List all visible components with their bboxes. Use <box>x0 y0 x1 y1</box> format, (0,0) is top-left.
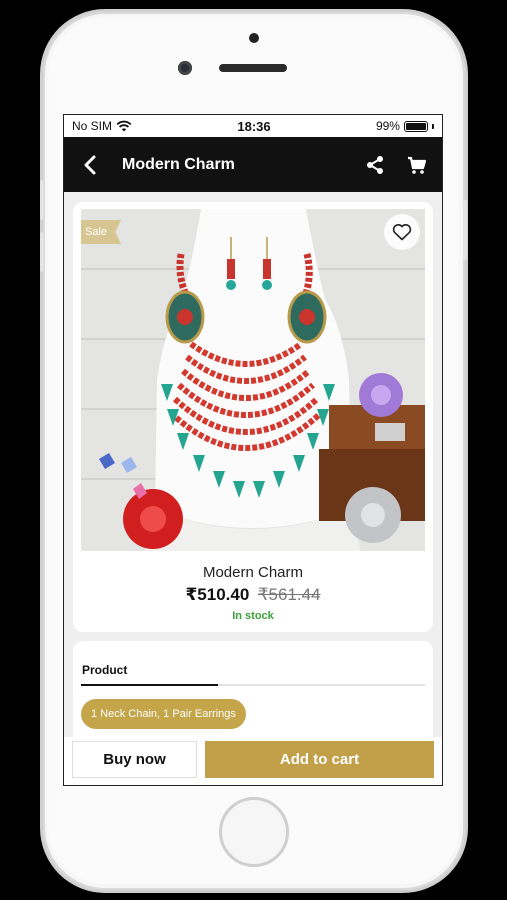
tab-product[interactable]: Product <box>81 663 425 677</box>
tab-underline <box>81 684 425 686</box>
product-card: Sale Modern Charm ₹510.40 ₹561.44 In sto… <box>73 202 433 632</box>
app-header: Modern Charm <box>64 137 442 192</box>
variant-chip[interactable]: 1 Neck Chain, 1 Pair Earrings <box>81 699 246 729</box>
page-title: Modern Charm <box>122 155 235 173</box>
volume-button <box>40 180 44 220</box>
home-button[interactable] <box>219 797 289 867</box>
front-camera <box>178 61 192 75</box>
battery-icon <box>403 120 428 132</box>
details-card: Product 1 Neck Chain, 1 Pair Earrings <box>73 641 433 751</box>
volume-button <box>40 232 44 272</box>
cart-icon[interactable] <box>406 154 428 176</box>
status-bar: No SIM 18:36 99% <box>64 115 442 137</box>
sale-badge: Sale <box>81 220 122 244</box>
favorite-button[interactable] <box>384 214 420 250</box>
page-content: Sale Modern Charm ₹510.40 ₹561.44 In sto… <box>64 192 442 751</box>
buy-now-button[interactable]: Buy now <box>72 741 197 778</box>
earpiece-speaker <box>219 64 287 72</box>
current-price: ₹510.40 <box>185 585 250 604</box>
necklace-photo <box>81 209 425 551</box>
carrier-label: No SIM <box>72 119 113 133</box>
product-image[interactable]: Sale <box>81 209 425 551</box>
app-screen: No SIM 18:36 99% Modern Charm Sale Moder… <box>63 114 443 786</box>
add-to-cart-button[interactable]: Add to cart <box>205 741 434 778</box>
price-row: ₹510.40 ₹561.44 <box>81 585 425 605</box>
battery-tip <box>431 123 434 129</box>
product-name: Modern Charm <box>202 564 304 581</box>
proximity-sensor <box>249 33 259 43</box>
bottom-action-bar: Buy now Add to cart <box>64 737 442 785</box>
power-button <box>463 200 467 260</box>
stock-status: In stock <box>232 610 274 622</box>
back-icon[interactable] <box>78 153 102 177</box>
battery-percent: 99% <box>375 119 400 133</box>
share-icon[interactable] <box>364 154 386 176</box>
wifi-icon <box>116 120 132 132</box>
heart-icon <box>392 224 412 241</box>
status-time: 18:36 <box>237 118 271 134</box>
original-price: ₹561.44 <box>257 585 321 604</box>
